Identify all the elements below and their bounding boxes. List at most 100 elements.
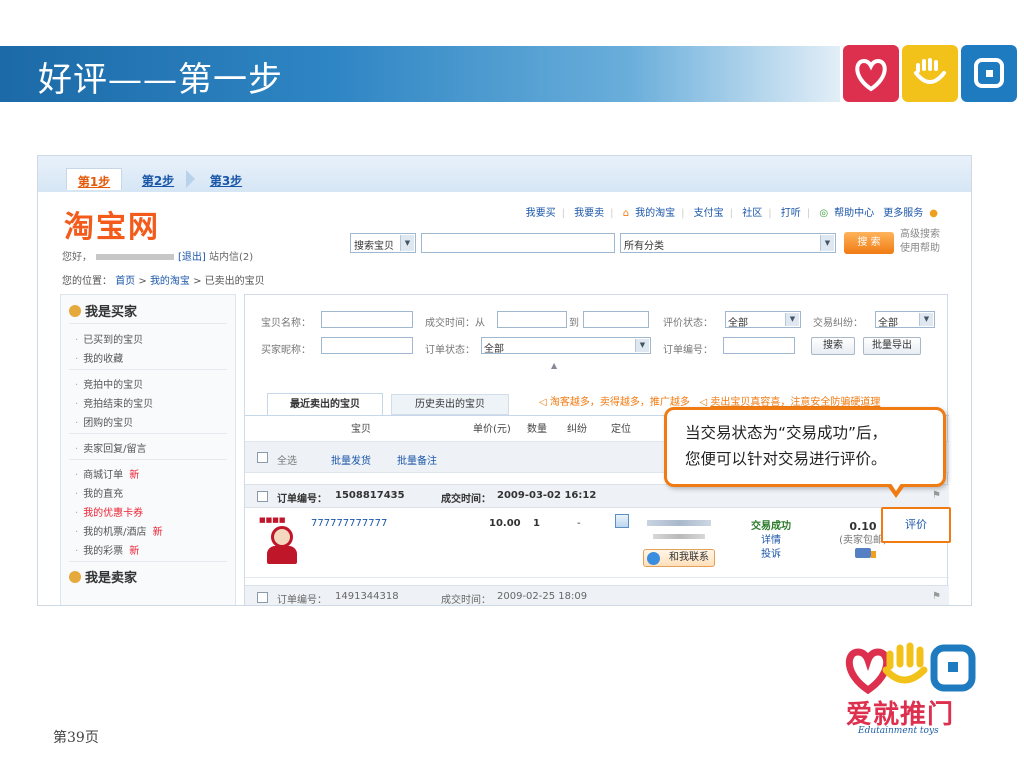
username-blurred [96,254,174,260]
taobao-logo[interactable]: 淘宝网 [64,202,160,246]
sidebar-item-recharge[interactable]: 我的直充 [75,485,123,500]
flag-icon[interactable]: ⚑ [932,591,941,602]
order-no: 1508817435 [335,490,405,501]
breadcrumb: 您的位置： 首页 > 我的淘宝 > 已卖出的宝贝 [62,276,265,287]
flag-icon[interactable]: ⚑ [932,490,941,501]
sidebar-item-lottery[interactable]: 我的彩票新 [75,542,139,557]
chevron-down-icon: ▼ [400,235,414,251]
deal-time-label: 成交时间： [441,494,491,505]
sidebar-item-bidding[interactable]: 竞拍中的宝贝 [75,376,143,391]
item-title-link[interactable]: 777777777777 [311,518,387,529]
sidebar-buyer-label: 我是买家 [85,305,138,320]
sidebar-item-bid-ended[interactable]: 竞拍结束的宝贝 [75,395,153,410]
order-no-input[interactable] [723,337,795,354]
order-status-select[interactable]: 全部 ▼ [481,337,651,355]
sidebar-item-mall-orders[interactable]: 商城订单新 [75,466,139,481]
breadcrumb-home[interactable]: 首页 [115,276,135,287]
greeting: 您好， [退出] 站内信(2) [62,248,253,263]
batch-ship-link[interactable]: 批量发货 [331,452,371,467]
top-nav: 我要买 | 我要卖 | ⌂ 我的淘宝 | 支付宝 | 社区 | 打听 | ◎ 帮助中心 更多服务… [525,208,938,219]
category-select[interactable]: 所有分类 ▼ [620,233,836,253]
callout-line-1: 当交易状态为“交易成功”后， [685,424,888,442]
wangwang-icon [647,552,660,565]
sidebar-seller-label: 我是卖家 [85,571,138,586]
help-link[interactable]: 使用帮助 [900,242,940,256]
brand-logo-icon [846,642,976,695]
filter-search-button[interactable]: 搜索 [811,337,855,355]
col-locate: 定位 [611,424,631,435]
export-button[interactable]: 批量导出 [863,337,921,355]
nav-sell[interactable]: 我要卖 [574,208,604,219]
deal-time-from-input[interactable] [497,311,567,328]
logout-link[interactable]: [退出] [178,252,206,263]
breadcrumb-mytaobao[interactable]: 我的淘宝 [150,276,190,287]
nav-alipay[interactable]: 支付宝 [694,208,724,219]
breadcrumb-label: 您的位置： [62,276,112,287]
nav-help[interactable]: 帮助中心 [834,208,874,219]
advanced-search-link[interactable]: 高级搜索 [900,228,940,242]
tab-recent-sold[interactable]: 最近卖出的宝贝 [267,393,383,415]
sidebar: 我是买家 已买到的宝贝 我的收藏 竞拍中的宝贝 竞拍结束的宝贝 团购的宝贝 卖家… [60,294,236,605]
rate-status-select[interactable]: 全部 ▼ [725,311,801,329]
order-status-label: 订单状态： [425,345,475,356]
thumbnail-label-mark: ■■■■ [259,516,286,524]
dispute-select[interactable]: 全部 ▼ [875,311,935,329]
detail-link[interactable]: 详情 [743,534,799,548]
sidebar-item-label: 我的彩票 [83,546,124,557]
item-price: 10.00 [489,518,521,529]
batch-note-link[interactable]: 批量备注 [397,452,437,467]
rate-button[interactable]: 评价 [881,507,951,543]
nav-buy[interactable]: 我要买 [526,208,556,219]
nav-mytaobao[interactable]: 我的淘宝 [635,208,675,219]
nav-ask[interactable]: 打听 [781,208,801,219]
contact-seller-button[interactable]: 和我联系 [643,549,715,567]
tab-step-2[interactable]: 第2步 [138,168,178,190]
promo-links: ◁ 淘客越多，卖得越多，推广越多 ◁ 卖出宝贝真容喜，注意安全防骗硬道理 [539,393,880,408]
tab-history-sold[interactable]: 历史卖出的宝贝 [391,394,509,415]
divider [69,369,227,370]
search-links: 高级搜索 使用帮助 [900,228,940,256]
sidebar-item-groupbuy[interactable]: 团购的宝贝 [75,414,133,429]
search-type-select[interactable]: 搜索宝贝 ▼ [350,233,416,253]
locate-icon[interactable] [615,514,629,528]
complain-link[interactable]: 投诉 [743,548,799,562]
search-type-value: 搜索宝贝 [354,241,394,252]
divider [69,561,227,562]
tab-step-1[interactable]: 第1步 [66,168,122,190]
nav-community[interactable]: 社区 [742,208,762,219]
help-icon: ◎ [819,208,829,219]
order-no-label: 订单编号： [663,345,713,356]
order-checkbox[interactable] [257,491,268,502]
sidebar-item-favorites[interactable]: 我的收藏 [75,350,123,365]
callout-bubble: 当交易状态为“交易成功”后， 您便可以针对交易进行评价。 [664,407,946,487]
sidebar-item-bought[interactable]: 已买到的宝贝 [75,331,143,346]
search-button[interactable]: 搜 索 [844,232,894,254]
item-thumbnail[interactable]: ■■■■ [259,516,303,566]
category-value: 所有分类 [624,241,664,252]
promo-link-1[interactable]: 淘客越多，卖得越多，推广越多 [550,397,690,408]
search-input[interactable] [421,233,615,253]
item-name-input[interactable] [321,311,413,328]
status-badge: 交易成功 [751,521,791,532]
nav-more[interactable]: 更多服务 [883,208,923,219]
buyer-icon [69,305,81,317]
select-all-checkbox[interactable] [257,452,268,463]
tab-step-3[interactable]: 第3步 [206,168,246,190]
order-row: ■■■■ 777777777777 10.00 1 - 和我联系 交易成功 详情… [245,507,951,578]
seller-name-blurred [647,520,711,526]
sidebar-buyer-title: 我是买家 [69,301,137,320]
divider [69,323,227,324]
buyer-nick-input[interactable] [321,337,413,354]
sidebar-item-coupons[interactable]: 我的优惠卡券 [75,504,143,519]
collapse-icon[interactable]: ▲ [551,361,557,370]
messages-link[interactable]: 站内信(2) [209,252,253,263]
deal-time-to-input[interactable] [583,311,649,328]
divider [69,459,227,460]
order-checkbox[interactable] [257,592,268,603]
sidebar-item-replies[interactable]: 卖家回复/留言 [75,440,146,455]
sidebar-item-travel[interactable]: 我的机票/酒店新 [75,523,162,538]
callout-line-2: 您便可以针对交易进行评价。 [685,450,887,468]
contact-label: 和我联系 [669,552,709,563]
order-no-label: 订单编号： [277,595,327,606]
order-no-label: 订单编号： [277,494,327,505]
